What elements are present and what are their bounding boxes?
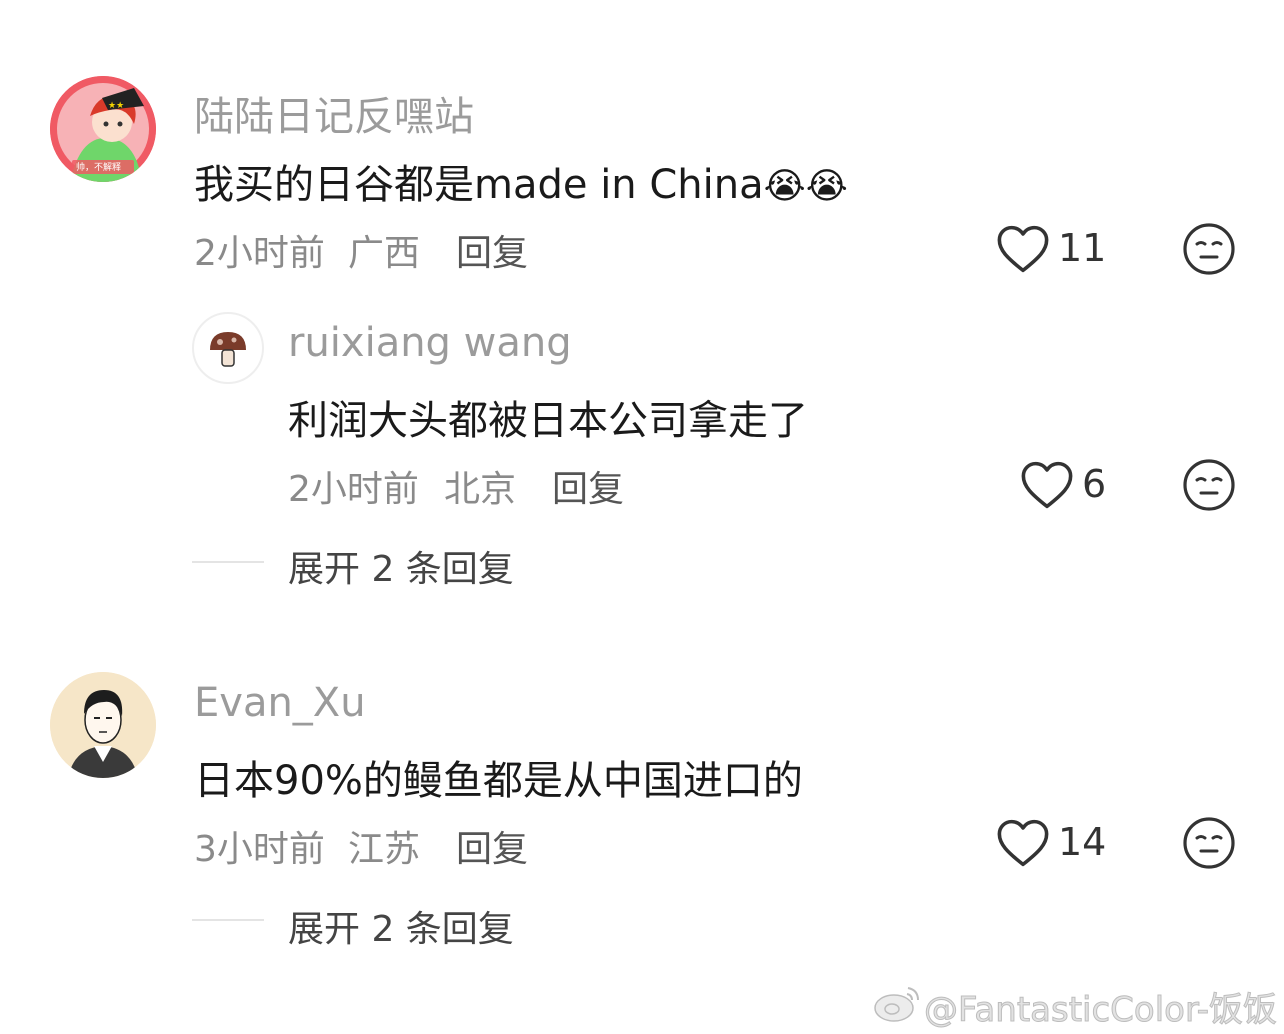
comment-text-body: 我买的日谷都是made in China bbox=[194, 162, 764, 208]
comment-time: 2小时前 bbox=[194, 233, 325, 274]
divider bbox=[192, 919, 264, 921]
avatar[interactable] bbox=[50, 672, 156, 778]
neutral-face-icon bbox=[1183, 459, 1235, 511]
comment-text: 我买的日谷都是made in China😭😭 bbox=[194, 152, 848, 210]
dislike-button[interactable] bbox=[1182, 816, 1236, 870]
avatar-caption: 帅，不解释 bbox=[76, 163, 122, 173]
reply-location: 北京 bbox=[444, 469, 517, 510]
like-button[interactable]: 6 bbox=[1020, 458, 1120, 512]
avatar[interactable]: ★★ 帅，不解释 bbox=[50, 76, 156, 182]
weibo-logo-icon bbox=[874, 987, 919, 1022]
comment-text: 日本90%的鳗鱼都是从中国进口的 bbox=[194, 758, 803, 804]
expand-replies-button[interactable]: 展开 2 条回复 bbox=[288, 540, 514, 592]
avatar[interactable] bbox=[192, 312, 264, 384]
like-count: 14 bbox=[1058, 820, 1107, 864]
dislike-button[interactable] bbox=[1182, 222, 1236, 276]
expand-replies-button[interactable]: 展开 2 条回复 bbox=[288, 900, 514, 952]
reply-button[interactable]: 回复 bbox=[456, 224, 528, 276]
svg-text:★★: ★★ bbox=[108, 101, 124, 111]
divider bbox=[192, 561, 264, 563]
comment-location: 广西 bbox=[348, 233, 421, 274]
reply-text: 利润大头都被日本公司拿走了 bbox=[288, 398, 808, 444]
comment: ★★ 帅，不解释 陆陆日记反嘿站 我买的日谷都是made in China😭😭 … bbox=[0, 0, 1284, 600]
crying-emoji-icon: 😭😭 bbox=[763, 166, 848, 207]
reply-time: 2小时前 bbox=[288, 469, 419, 510]
heart-outline-icon bbox=[1021, 461, 1073, 509]
reply-username[interactable]: ruixiang wang bbox=[288, 320, 572, 366]
comment-username[interactable]: Evan_Xu bbox=[194, 680, 366, 726]
like-count: 6 bbox=[1082, 462, 1107, 506]
dislike-button[interactable] bbox=[1182, 458, 1236, 512]
reply-button[interactable]: 回复 bbox=[552, 460, 624, 512]
comment-location: 江苏 bbox=[348, 829, 421, 870]
comment-username[interactable]: 陆陆日记反嘿站 bbox=[194, 84, 474, 142]
neutral-face-icon bbox=[1183, 223, 1235, 275]
reply-comment: ruixiang wang 利润大头都被日本公司拿走了 2小时前 北京 回复 6 bbox=[0, 300, 1284, 520]
like-button[interactable]: 14 bbox=[996, 816, 1116, 870]
like-button[interactable]: 11 bbox=[996, 222, 1116, 276]
neutral-face-icon bbox=[1183, 817, 1235, 869]
reply-button[interactable]: 回复 bbox=[456, 820, 528, 872]
heart-outline-icon bbox=[997, 225, 1049, 273]
like-count: 11 bbox=[1058, 226, 1107, 270]
watermark-text: @FantasticColor-饭饭 bbox=[923, 990, 1278, 1031]
heart-outline-icon bbox=[997, 819, 1049, 867]
comment-time: 3小时前 bbox=[194, 829, 325, 870]
avatar-illustration bbox=[50, 672, 156, 778]
mushroom-avatar-icon bbox=[210, 332, 246, 367]
comment: Evan_Xu 日本90%的鳗鱼都是从中国进口的 3小时前 江苏 回复 14 展… bbox=[0, 660, 1284, 960]
